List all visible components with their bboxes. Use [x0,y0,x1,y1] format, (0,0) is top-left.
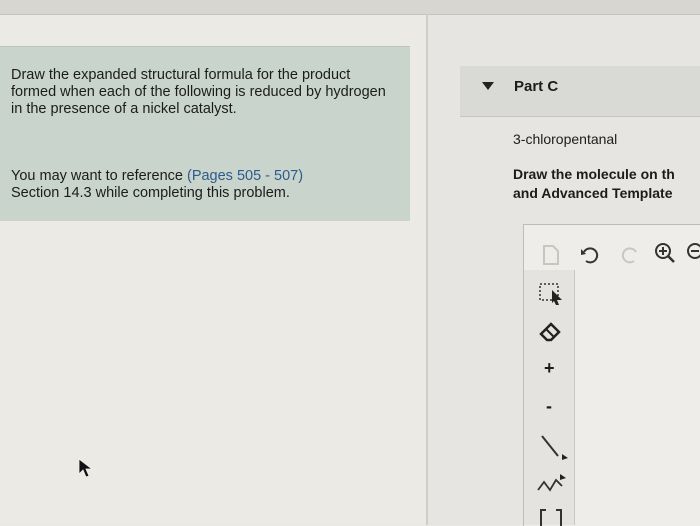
reference-prefix: You may want to reference [11,168,187,184]
compound-name: 3-chloropentanal [513,131,618,147]
redo-icon[interactable] [620,246,640,264]
draw-instructions-line2: and Advanced Template [513,185,673,201]
minus-charge-icon[interactable]: - [546,396,552,417]
problem-prompt: Draw the expanded structural formula for… [11,67,386,117]
reference-link[interactable]: (Pages 505 - 507) [187,168,303,184]
single-bond-icon[interactable] [538,432,568,462]
reference-suffix: Section 14.3 while completing this probl… [11,185,290,201]
select-icon[interactable] [538,282,566,306]
reference-text: You may want to reference (Pages 505 - 5… [11,168,391,202]
side-toolbar: + - [524,270,575,526]
zoom-in-icon[interactable] [654,242,676,264]
eraser-icon[interactable] [538,320,564,344]
browser-top-bar [0,0,700,15]
bracket-icon[interactable] [538,508,564,526]
chain-icon[interactable] [536,472,568,496]
draw-instructions-line1: Draw the molecule on th [513,166,675,182]
part-title: Part C [514,78,559,95]
instructions-panel: Draw the expanded structural formula for… [0,46,410,221]
undo-icon[interactable] [580,246,600,264]
collapse-caret-icon[interactable] [482,82,494,90]
plus-charge-icon[interactable]: + [544,358,555,379]
mouse-cursor-icon [78,458,94,483]
new-document-icon[interactable] [542,244,560,266]
draw-instructions: Draw the molecule on th and Advanced Tem… [513,165,700,203]
part-c-header[interactable]: Part C [460,66,700,117]
zoom-out-icon[interactable] [686,242,700,264]
